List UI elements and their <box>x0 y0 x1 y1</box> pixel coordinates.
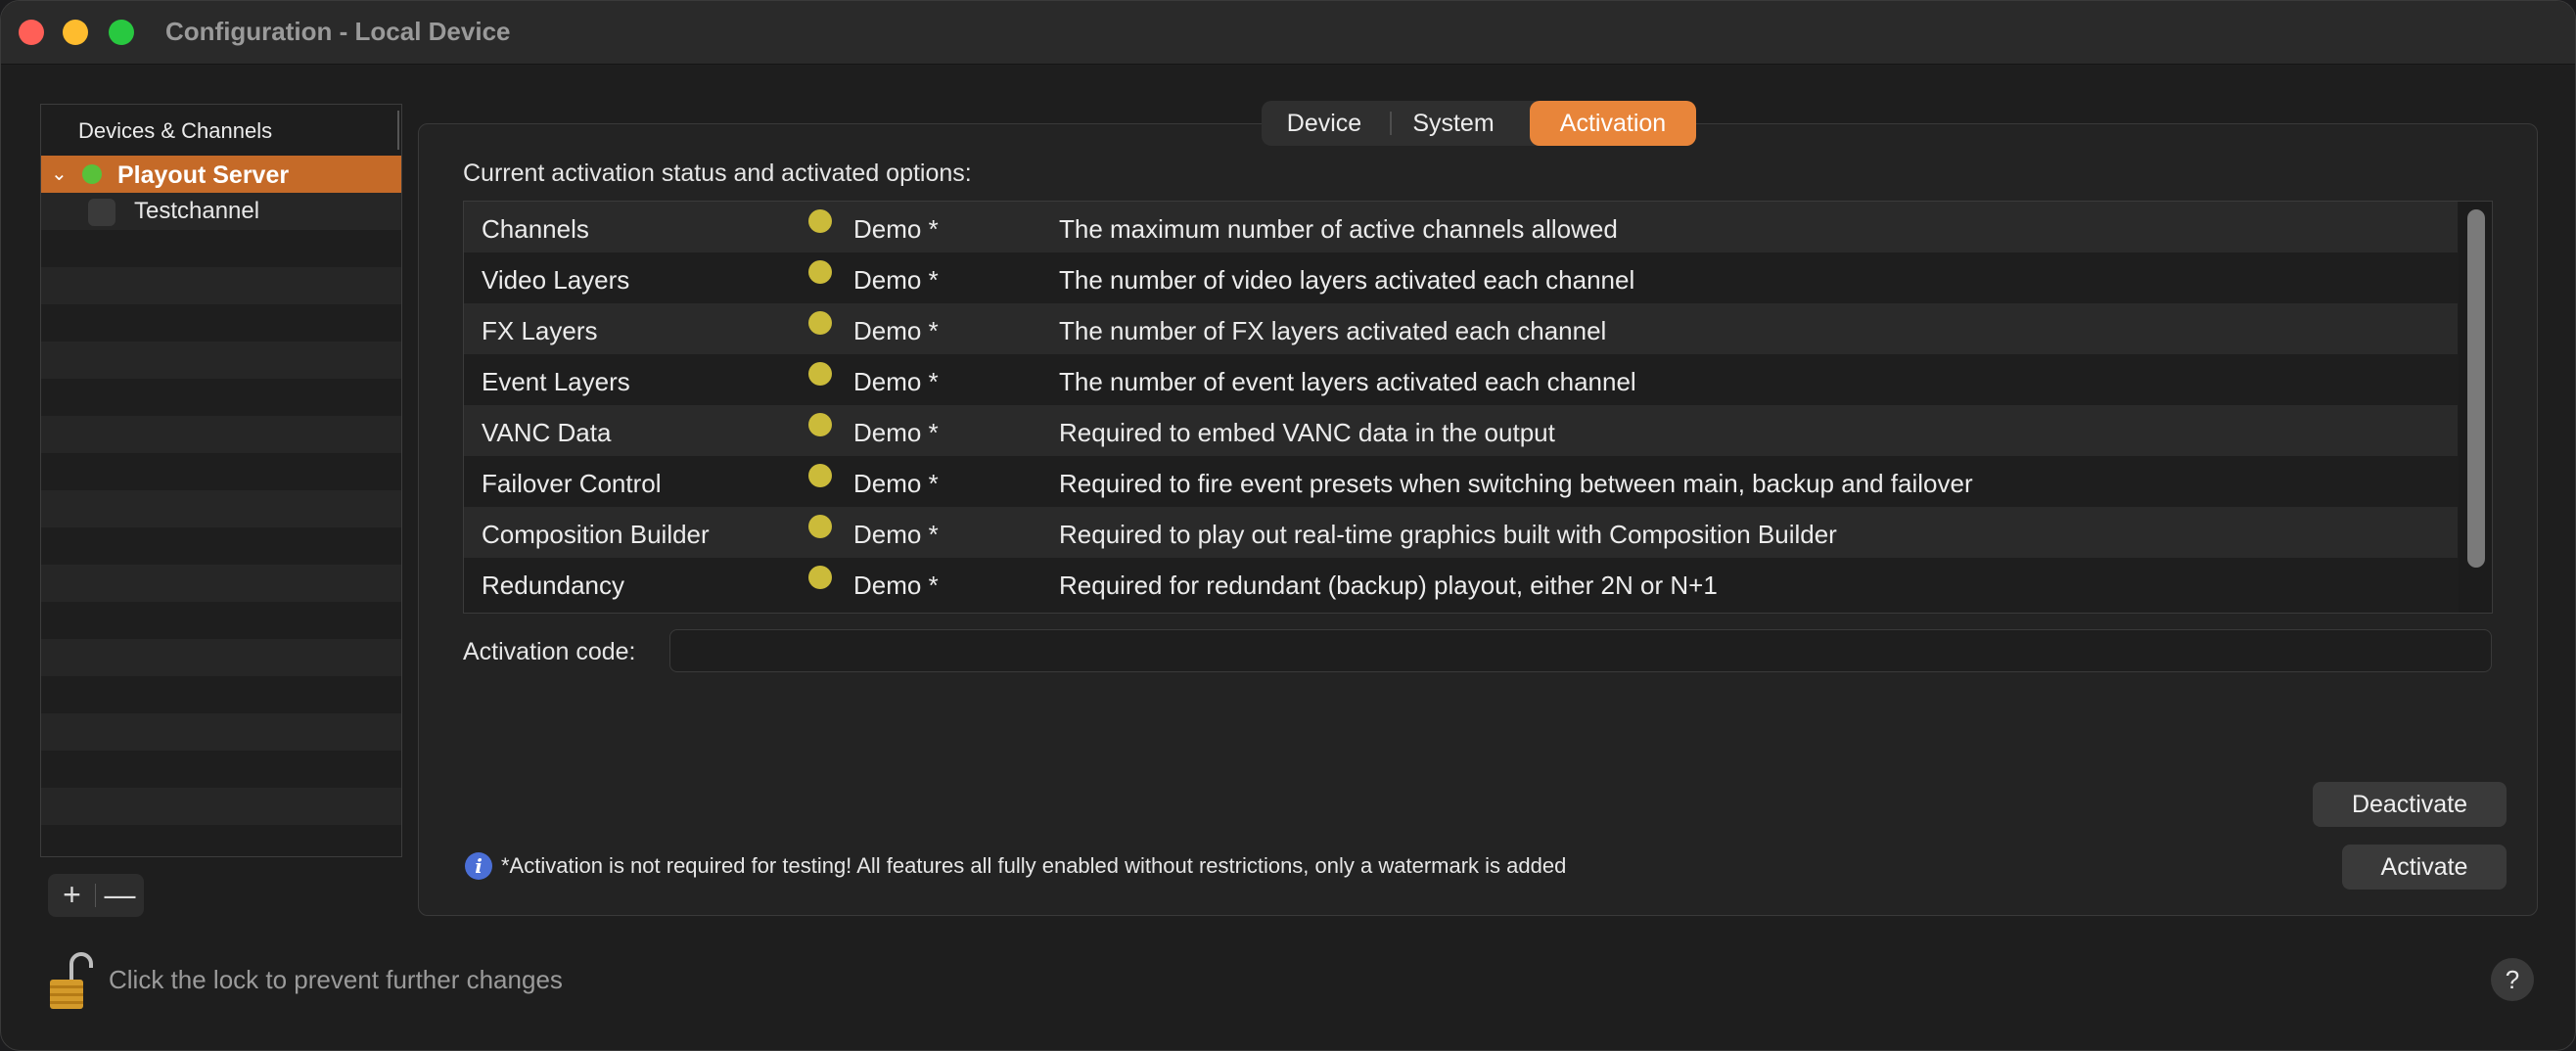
table-row[interactable]: Video Layers Demo * The number of video … <box>464 252 2458 303</box>
sidebar-button-group: + — <box>48 874 144 917</box>
demo-status-icon <box>808 260 832 284</box>
option-status: Demo * <box>853 520 939 549</box>
activation-status-heading: Current activation status and activated … <box>463 160 972 187</box>
option-name: Video Layers <box>482 265 630 295</box>
option-status: Demo * <box>853 571 939 600</box>
sidebar-item-playout-server[interactable]: ⌄ Playout Server <box>41 156 401 193</box>
demo-status-icon <box>808 566 832 589</box>
option-name: Channels <box>482 214 589 244</box>
option-description: Required to embed VANC data in the outpu… <box>1059 418 1555 447</box>
devices-sidebar: Devices & Channels ⌄ Playout Server Test… <box>40 104 402 857</box>
demo-status-icon <box>808 464 832 487</box>
tab-bar: Device System Activation <box>1262 101 1696 146</box>
activation-code-input[interactable] <box>669 629 2492 672</box>
option-name: Redundancy <box>482 571 624 600</box>
option-description: Required to play out real-time graphics … <box>1059 520 1837 549</box>
device-list: ⌄ Playout Server Testchannel <box>41 156 401 856</box>
activation-options-table: Channels Demo * The maximum number of ac… <box>463 201 2493 614</box>
channel-icon <box>88 199 115 226</box>
activation-info-text: *Activation is not required for testing!… <box>501 853 1567 878</box>
table-row[interactable]: Event Layers Demo * The number of event … <box>464 354 2458 405</box>
option-description: The number of event layers activated eac… <box>1059 367 1636 396</box>
option-status: Demo * <box>853 469 939 498</box>
sidebar-item-testchannel[interactable]: Testchannel <box>41 193 401 230</box>
option-name: Failover Control <box>482 469 662 498</box>
close-window-button[interactable] <box>19 20 44 45</box>
option-status: Demo * <box>853 367 939 396</box>
option-status: Demo * <box>853 214 939 244</box>
sidebar-header: Devices & Channels <box>41 105 401 157</box>
deactivate-button[interactable]: Deactivate <box>2313 782 2507 827</box>
demo-status-icon <box>808 413 832 436</box>
sidebar-item-label: Playout Server <box>117 161 290 189</box>
option-name: FX Layers <box>482 316 598 345</box>
option-name: Composition Builder <box>482 520 710 549</box>
table-row[interactable]: Failover Control Demo * Required to fire… <box>464 456 2458 507</box>
scrollbar-thumb[interactable] <box>2467 209 2485 568</box>
table-row[interactable]: VANC Data Demo * Required to embed VANC … <box>464 405 2458 456</box>
demo-status-icon <box>808 515 832 538</box>
option-description: Required to fire event presets when swit… <box>1059 469 1973 498</box>
table-row[interactable]: Channels Demo * The maximum number of ac… <box>464 202 2458 252</box>
online-status-icon <box>82 164 102 184</box>
info-icon: i <box>465 852 492 880</box>
lock-status-text: Click the lock to prevent further change… <box>109 965 563 994</box>
tab-system[interactable]: System <box>1391 101 1516 146</box>
table-scrollbar[interactable] <box>2459 202 2492 613</box>
chevron-down-icon[interactable]: ⌄ <box>51 161 68 186</box>
title-bar: Configuration - Local Device <box>1 1 2575 65</box>
demo-status-icon <box>808 311 832 335</box>
table-row[interactable]: Composition Builder Demo * Required to p… <box>464 507 2458 558</box>
option-name: Event Layers <box>482 367 630 396</box>
zoom-window-button[interactable] <box>109 20 134 45</box>
demo-status-icon <box>808 209 832 233</box>
add-device-button[interactable]: + <box>48 874 96 917</box>
column-resize-handle[interactable] <box>397 111 399 150</box>
demo-status-icon <box>808 362 832 386</box>
option-status: Demo * <box>853 418 939 447</box>
remove-device-button[interactable]: — <box>96 874 144 917</box>
activate-button[interactable]: Activate <box>2342 845 2507 890</box>
table-row[interactable]: Redundancy Demo * Required for redundant… <box>464 558 2458 609</box>
tab-activation[interactable]: Activation <box>1530 101 1696 146</box>
option-description: The maximum number of active channels al… <box>1059 214 1618 244</box>
option-description: Required for redundant (backup) playout,… <box>1059 571 1718 600</box>
option-status: Demo * <box>853 316 939 345</box>
tab-device[interactable]: Device <box>1262 101 1387 146</box>
help-button[interactable]: ? <box>2491 958 2534 1001</box>
minimize-window-button[interactable] <box>63 20 88 45</box>
option-description: The number of video layers activated eac… <box>1059 265 1635 295</box>
activation-code-label: Activation code: <box>463 638 636 665</box>
configuration-window: Configuration - Local Device Devices & C… <box>0 0 2576 1051</box>
option-status: Demo * <box>853 265 939 295</box>
table-row[interactable]: FX Layers Demo * The number of FX layers… <box>464 303 2458 354</box>
sidebar-header-label: Devices & Channels <box>78 118 273 143</box>
option-name: VANC Data <box>482 418 612 447</box>
option-description: The number of FX layers activated each c… <box>1059 316 1607 345</box>
window-title: Configuration - Local Device <box>165 17 511 46</box>
sidebar-item-label: Testchannel <box>134 198 260 224</box>
unlocked-lock-icon[interactable] <box>48 950 93 1011</box>
